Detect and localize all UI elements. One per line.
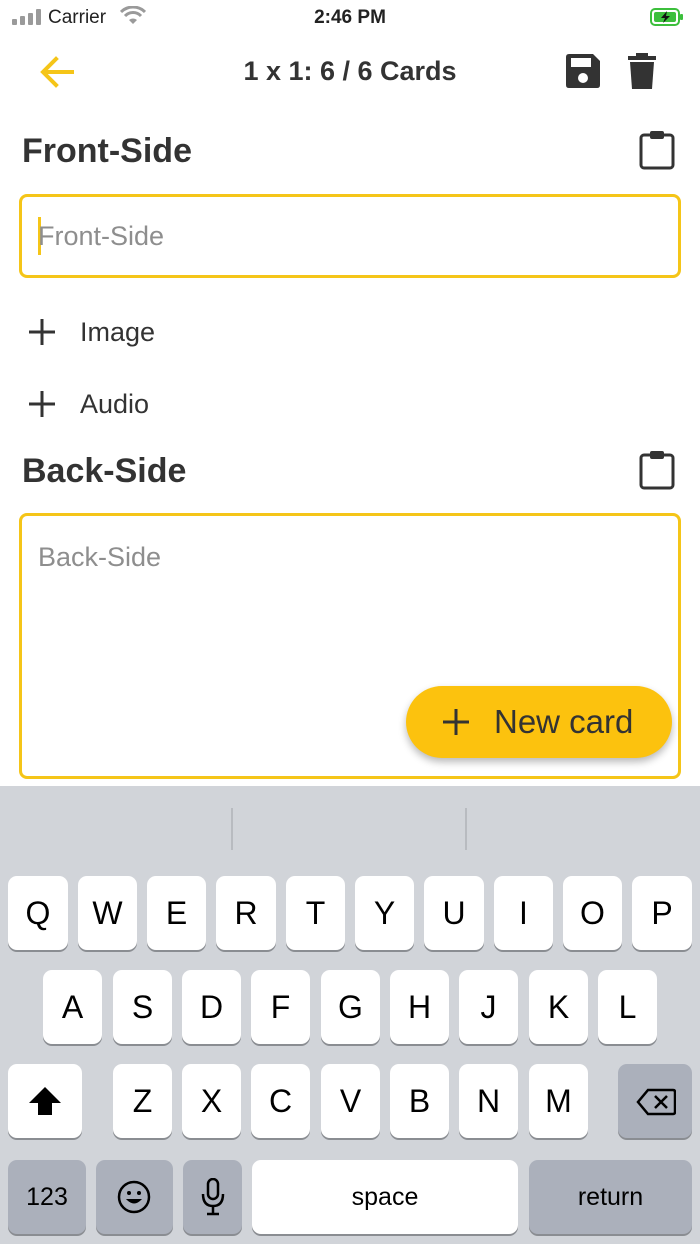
front-side-heading: Front-Side <box>22 132 192 170</box>
shift-icon <box>29 1087 61 1115</box>
key-q[interactable]: Q <box>8 876 68 950</box>
backspace-icon <box>636 1088 676 1116</box>
key-r[interactable]: R <box>216 876 276 950</box>
clipboard-icon[interactable] <box>638 450 676 490</box>
new-card-button[interactable]: New card <box>406 686 672 758</box>
status-bar: Carrier 2:46 PM <box>0 0 700 36</box>
microphone-icon <box>201 1178 225 1216</box>
key-a[interactable]: A <box>43 970 102 1044</box>
key-b[interactable]: B <box>390 1064 449 1138</box>
key-m[interactable]: M <box>529 1064 588 1138</box>
backspace-key[interactable] <box>618 1064 692 1138</box>
front-side-input[interactable]: Front-Side <box>19 194 681 278</box>
plus-icon <box>29 319 55 345</box>
key-g[interactable]: G <box>321 970 380 1044</box>
add-image-label: Image <box>80 317 156 347</box>
new-card-label: New card <box>494 703 634 740</box>
emoji-key[interactable] <box>96 1160 173 1234</box>
suggestion-divider <box>231 808 233 850</box>
key-l[interactable]: L <box>598 970 657 1044</box>
key-u[interactable]: U <box>424 876 484 950</box>
key-p[interactable]: P <box>632 876 692 950</box>
key-y[interactable]: Y <box>355 876 414 950</box>
plus-icon <box>443 709 469 735</box>
key-k[interactable]: K <box>529 970 588 1044</box>
front-side-placeholder: Front-Side <box>38 221 165 251</box>
key-i[interactable]: I <box>494 876 553 950</box>
suggestion-divider <box>465 808 467 850</box>
plus-icon <box>29 391 55 417</box>
status-time: 2:46 PM <box>314 7 386 28</box>
add-image-button[interactable]: Image <box>28 312 268 356</box>
trash-icon[interactable] <box>626 52 658 90</box>
key-o[interactable]: O <box>563 876 622 950</box>
add-audio-label: Audio <box>80 389 150 419</box>
key-n[interactable]: N <box>459 1064 518 1138</box>
add-audio-button[interactable]: Audio <box>28 384 268 428</box>
clipboard-icon[interactable] <box>638 130 676 170</box>
key-w[interactable]: W <box>78 876 137 950</box>
return-key[interactable]: return <box>529 1160 692 1234</box>
key-j[interactable]: J <box>459 970 518 1044</box>
shift-key[interactable] <box>8 1064 82 1138</box>
dictation-key[interactable] <box>183 1160 242 1234</box>
key-c[interactable]: C <box>251 1064 310 1138</box>
emoji-icon <box>117 1180 151 1214</box>
key-x[interactable]: X <box>182 1064 241 1138</box>
space-key[interactable]: space <box>252 1160 518 1234</box>
back-side-heading: Back-Side <box>22 452 187 490</box>
key-v[interactable]: V <box>321 1064 380 1138</box>
battery-icon <box>650 8 683 26</box>
key-z[interactable]: Z <box>113 1064 172 1138</box>
key-h[interactable]: H <box>390 970 449 1044</box>
key-s[interactable]: S <box>113 970 172 1044</box>
key-d[interactable]: D <box>182 970 241 1044</box>
key-e[interactable]: E <box>147 876 206 950</box>
save-icon[interactable] <box>564 52 602 90</box>
numbers-key[interactable]: 123 <box>8 1160 86 1234</box>
key-f[interactable]: F <box>251 970 310 1044</box>
back-side-placeholder: Back-Side <box>38 542 162 572</box>
key-t[interactable]: T <box>286 876 345 950</box>
